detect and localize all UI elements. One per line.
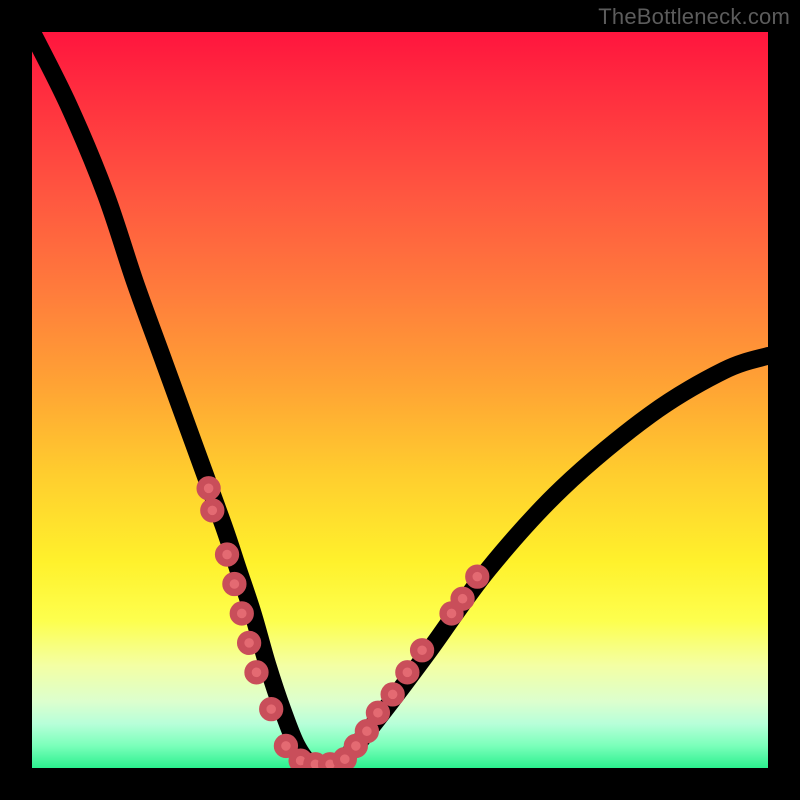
data-marker <box>414 642 431 659</box>
curve-svg <box>32 32 768 768</box>
chart-frame: TheBottleneck.com <box>0 0 800 800</box>
data-marker <box>248 664 265 681</box>
data-marker <box>358 723 375 740</box>
data-marker <box>399 664 416 681</box>
data-marker <box>384 686 401 703</box>
data-marker <box>204 502 221 519</box>
data-marker <box>219 546 236 563</box>
watermark-text: TheBottleneck.com <box>598 4 790 30</box>
bottleneck-curve <box>32 32 768 766</box>
data-marker <box>241 634 258 651</box>
data-marker <box>277 737 294 754</box>
data-marker <box>200 480 217 497</box>
data-marker <box>263 701 280 718</box>
data-marker <box>226 576 243 593</box>
data-marker <box>369 704 386 721</box>
data-marker <box>469 568 486 585</box>
data-marker <box>233 605 250 622</box>
plot-area <box>32 32 768 768</box>
data-marker <box>454 590 471 607</box>
